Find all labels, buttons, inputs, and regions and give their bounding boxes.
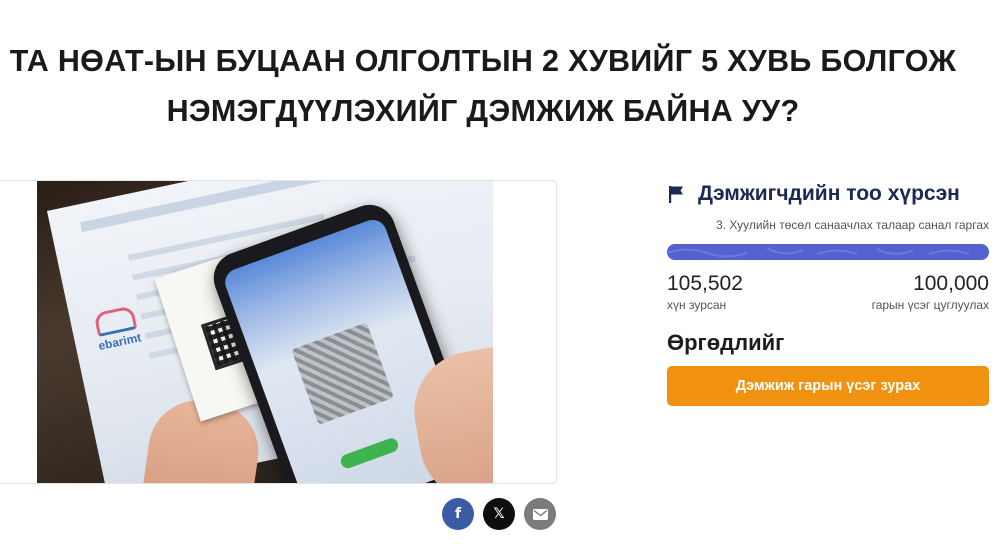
x-icon: 𝕏 — [493, 506, 505, 522]
phone-qr-code — [291, 322, 394, 425]
petition-status-panel: Дэмжигчдийн тоо хүрсэн 3. Хуулийн төсөл … — [667, 180, 989, 406]
facebook-icon: f — [454, 506, 462, 522]
share-bar: f 𝕏 — [442, 498, 556, 530]
x-share-button[interactable]: 𝕏 — [483, 498, 515, 530]
progress-pattern — [667, 247, 970, 258]
signed-stat: 105,502 хүн зурсан — [667, 272, 743, 312]
goal-label: гарын үсэг цуглуулах — [871, 298, 989, 312]
signature-stats: 105,502 хүн зурсан 100,000 гарын үсэг цу… — [667, 272, 989, 312]
phone-green-button — [338, 436, 401, 471]
description-heading: Өргөдлийг — [667, 330, 785, 355]
email-share-button[interactable] — [524, 498, 556, 530]
ebarimt-logo: ebarimt — [84, 303, 151, 355]
status-subtitle: 3. Хуулийн төсөл санаачлах талаар санал … — [716, 218, 989, 232]
envelope-icon — [532, 508, 548, 520]
status-header: Дэмжигчдийн тоо хүрсэн — [667, 180, 989, 208]
signature-progress-bar — [667, 244, 989, 260]
facebook-share-button[interactable]: f — [442, 498, 474, 530]
petition-photo: ebarimt — [37, 181, 493, 483]
petition-image-frame: ebarimt — [0, 180, 557, 484]
goal-stat: 100,000 гарын үсэг цуглуулах — [872, 272, 989, 312]
status-title: Дэмжигчдийн тоо хүрсэн — [698, 182, 960, 205]
sign-petition-button[interactable]: Дэмжиж гарын үсэг зурах — [667, 366, 989, 406]
signed-count: 105,502 — [667, 272, 743, 295]
petition-title-line-2: НЭМЭГДҮҮЛЭХИЙГ ДЭМЖИЖ БАЙНА УУ? — [166, 94, 800, 128]
goal-count: 100,000 — [913, 272, 989, 295]
petition-title: ТА НӨАТ-ЫН БУЦААН ОЛГОЛТЫН 2 ХУВИЙГ 5 ХУ… — [0, 36, 966, 136]
petition-title-line-1: ТА НӨАТ-ЫН БУЦААН ОЛГОЛТЫН 2 ХУВИЙГ 5 ХУ… — [9, 44, 957, 78]
flag-icon — [669, 186, 683, 203]
signed-label: хүн зурсан — [667, 298, 727, 312]
